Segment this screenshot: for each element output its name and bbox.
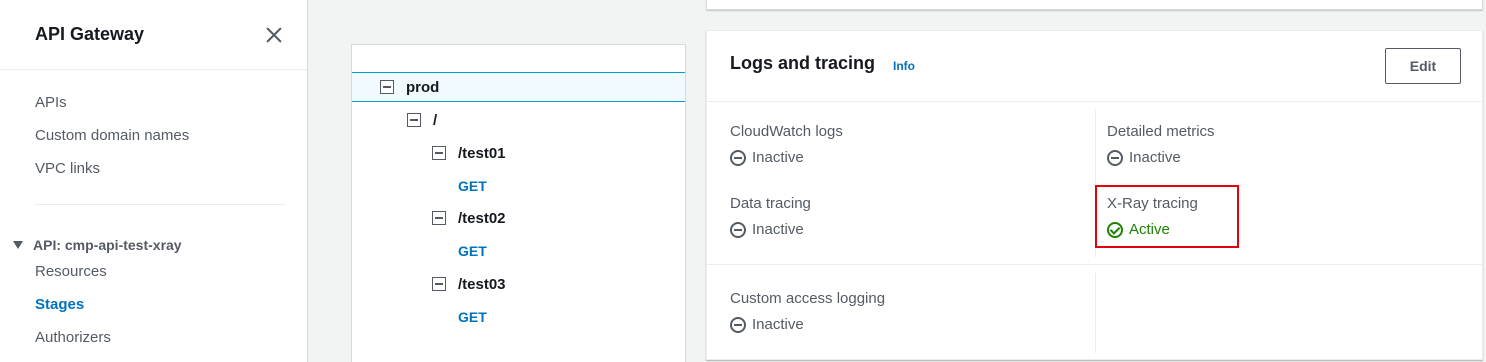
stage-tree-panel: prod / /test01 GET /test02 GET /test03 G… [351,44,686,362]
field-label: Data tracing [730,195,811,212]
card-header: Logs and tracing Info Edit [707,31,1482,102]
status-value: Inactive [730,221,811,238]
tree-node-test03[interactable]: /test03 [432,269,506,299]
field-detailed-metrics: Detailed metrics Inactive [1107,123,1215,166]
collapse-icon[interactable] [380,80,394,94]
method-label: GET [458,309,487,325]
collapse-icon[interactable] [432,277,446,291]
tree-node-label: prod [406,78,440,96]
field-cloudwatch-logs: CloudWatch logs Inactive [730,123,843,166]
inactive-icon [1107,149,1123,166]
row-divider [707,264,1482,265]
tree-node-prod[interactable]: prod [352,72,685,102]
column-divider [1095,273,1096,353]
sidebar-divider [35,204,285,205]
sidebar-section-api[interactable]: API: cmp-api-test-xray [0,228,307,261]
sidebar-title: API Gateway [35,24,145,44]
sidebar-header: API Gateway [0,0,307,70]
status-text: Inactive [1129,149,1181,166]
card-title: Logs and tracing [730,53,876,73]
sidebar-item-authorizers[interactable]: Authorizers [0,327,307,360]
method-label: GET [458,243,487,259]
tree-method-get[interactable]: GET [458,302,487,332]
status-text: Inactive [752,221,804,238]
inactive-icon [730,316,746,333]
field-custom-access-logging: Custom access logging Inactive [730,290,885,333]
tree-node-label: / [433,111,438,129]
collapse-icon[interactable] [432,146,446,160]
sidebar-item-vpc-links[interactable]: VPC links [0,158,307,191]
info-link[interactable]: Info [893,59,915,73]
collapse-icon[interactable] [432,211,446,225]
field-label: Detailed metrics [1107,123,1215,140]
sidebar-item-resources[interactable]: Resources [0,261,307,294]
close-icon[interactable] [265,26,283,44]
sidebar-item-apis[interactable]: APIs [0,92,307,125]
tree-method-get[interactable]: GET [458,236,487,266]
tree-method-get[interactable]: GET [458,171,487,201]
sidebar-item-custom-domain-names[interactable]: Custom domain names [0,125,307,158]
tree-node-root[interactable]: / [407,105,437,135]
sidebar-section-label: API: cmp-api-test-xray [33,236,182,253]
method-label: GET [458,178,487,194]
collapse-icon[interactable] [407,113,421,127]
tree-node-label: /test02 [458,209,506,227]
inactive-icon [730,149,746,166]
field-label: CloudWatch logs [730,123,843,140]
tree-node-test01[interactable]: /test01 [432,138,506,168]
field-label: Custom access logging [730,290,886,307]
navigation-sidebar: API Gateway APIs Custom domain names VPC… [0,0,308,362]
status-text: Inactive [752,149,804,166]
caret-down-icon [13,240,23,249]
tree-node-test02[interactable]: /test02 [432,203,506,233]
sidebar-nav: APIs Custom domain names VPC links API: … [0,70,307,360]
status-value: Inactive [730,149,843,166]
previous-card-edge [706,0,1483,10]
tree-node-label: /test01 [458,144,506,162]
status-text: Inactive [752,316,804,333]
highlight-box [1095,185,1239,248]
status-value: Inactive [730,316,885,333]
sidebar-item-stages[interactable]: Stages [0,294,307,327]
field-data-tracing: Data tracing Inactive [730,195,811,238]
inactive-icon [730,221,746,238]
edit-button[interactable]: Edit [1385,48,1461,84]
tree-node-label: /test03 [458,275,506,293]
status-value: Inactive [1107,149,1215,166]
